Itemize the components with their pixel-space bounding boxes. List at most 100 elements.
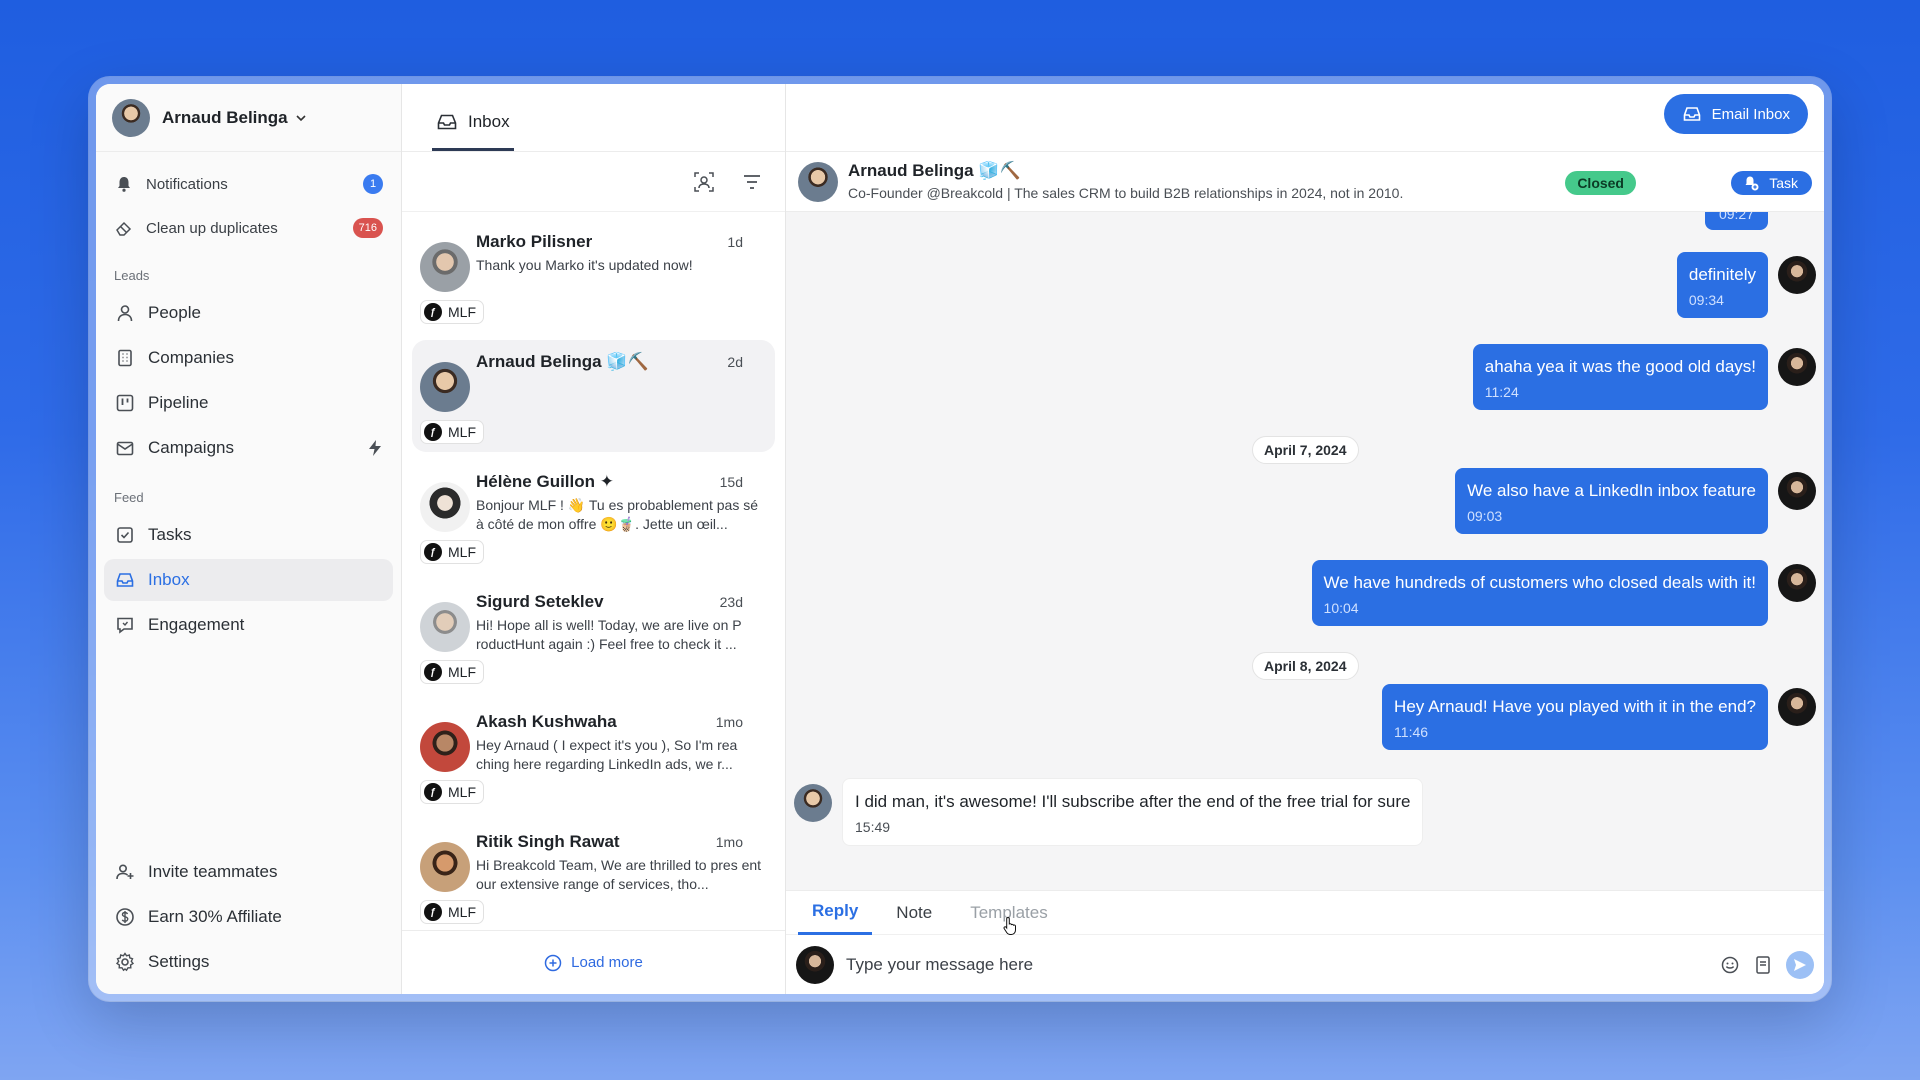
incoming-message: I did man, it's awesome! I'll subscribe … [842, 778, 1424, 846]
eraser-icon [114, 218, 134, 238]
load-more-label: Load more [571, 954, 643, 971]
tab-note[interactable]: Note [882, 891, 946, 935]
tag-chip[interactable]: ƒ MLF [420, 780, 484, 804]
dollar-icon [114, 906, 136, 928]
conversation-item[interactable]: Sigurd Seteklev 23d Hi! Hope all is well… [412, 580, 775, 692]
hand-cursor-icon [1003, 916, 1016, 935]
sidebar-item-pipeline[interactable]: Pipeline [104, 382, 393, 424]
conversation-item-selected[interactable]: Arnaud Belinga 🧊⛏️ 2d ƒ MLF [412, 340, 775, 452]
tag-chip[interactable]: ƒ MLF [420, 300, 484, 324]
message-text: ahaha yea it was the good old days! [1484, 357, 1756, 376]
tag-chip[interactable]: ƒ MLF [420, 660, 484, 684]
conversation-item[interactable]: Ritik Singh Rawat 1mo Hi Breakcold Team,… [412, 820, 775, 932]
sidebar-item-engagement[interactable]: Engagement [104, 604, 393, 646]
sender-avatar [1778, 688, 1816, 726]
emoji-icon[interactable] [1720, 955, 1740, 975]
sender-avatar [1778, 564, 1816, 602]
sidebar-item-inbox[interactable]: Inbox [104, 559, 393, 601]
conversation-list-panel: Inbox Marko Pilisner 1d Thank you Marko … [402, 84, 786, 994]
avatar [420, 722, 470, 772]
message-text: I did man, it's awesome! I'll subscribe … [855, 792, 1411, 811]
user-switcher[interactable]: Arnaud Belinga [96, 84, 401, 152]
mlf-logo-icon: ƒ [424, 783, 442, 801]
contact-avatar[interactable] [798, 162, 838, 202]
tag-chip[interactable]: ƒ MLF [420, 540, 484, 564]
sidebar-item-settings[interactable]: Settings [104, 941, 393, 983]
conversation-list: Marko Pilisner 1d Thank you Marko it's u… [402, 212, 785, 932]
sidebar-item-invite-teammates[interactable]: Invite teammates [104, 851, 393, 893]
bell-plus-icon [1745, 176, 1759, 191]
tag-label: MLF [448, 664, 476, 680]
conversation-snippet: Hi! Hope all is well! Today, we are live… [476, 617, 742, 652]
sidebar-item-label: Engagement [148, 615, 245, 634]
assignee-filter-icon[interactable] [693, 171, 715, 193]
conversation-name: Sigurd Seteklev [476, 592, 604, 611]
sidebar: Arnaud Belinga Notifications 1 Clean up … [96, 84, 402, 994]
plus-circle-icon [544, 954, 562, 971]
tag-chip[interactable]: ƒ MLF [420, 900, 484, 924]
sidebar-item-affiliate[interactable]: Earn 30% Affiliate [104, 896, 393, 938]
composer-avatar [796, 946, 834, 984]
composer-actions [1720, 951, 1814, 979]
contact-name[interactable]: Arnaud Belinga 🧊⛏️ [848, 161, 1021, 181]
tab-reply[interactable]: Reply [798, 891, 873, 935]
message-text: definitely [1688, 265, 1756, 284]
contact-bio: Co-Founder @Breakcold | The sales CRM to… [848, 185, 1404, 201]
message-text: We also have a LinkedIn inbox feature [1467, 481, 1756, 500]
email-inbox-label: Email Inbox [1711, 105, 1790, 123]
conversation-item[interactable]: Hélène Guillon ✦ 15d Bonjour MLF ! 👋 Tu … [412, 460, 775, 572]
conversation-snippet: Hi Breakcold Team, We are thrilled to pr… [476, 857, 762, 892]
mlf-logo-icon: ƒ [424, 303, 442, 321]
sidebar-item-tasks[interactable]: Tasks [104, 514, 393, 556]
user-name: Arnaud Belinga [162, 107, 288, 127]
sidebar-item-people[interactable]: People [104, 292, 393, 334]
outgoing-message: ahaha yea it was the good old days! 11:2… [1472, 344, 1768, 410]
message-time: 09:03 [1467, 508, 1503, 524]
sidebar-item-label: Invite teammates [148, 862, 278, 881]
app-window: Arnaud Belinga Notifications 1 Clean up … [88, 76, 1832, 1002]
avatar [420, 602, 470, 652]
message-text: We have hundreds of customers who closed… [1323, 573, 1756, 592]
conversation-name: Arnaud Belinga 🧊⛏️ [476, 352, 649, 371]
user-avatar [112, 98, 150, 137]
filter-icon[interactable] [741, 171, 763, 193]
sidebar-item-label: Earn 30% Affiliate [148, 907, 282, 926]
conversation-item[interactable]: Marko Pilisner 1d Thank you Marko it's u… [412, 220, 775, 332]
add-task-button[interactable]: Task [1731, 171, 1812, 195]
sidebar-item-clean-duplicates[interactable]: Clean up duplicates 716 [104, 206, 393, 250]
conversation-item[interactable]: Akash Kushwaha 1mo Hey Arnaud ( I expect… [412, 700, 775, 812]
sidebar-item-label: Companies [148, 348, 234, 367]
send-button[interactable] [1786, 951, 1814, 979]
sender-avatar [1778, 348, 1816, 386]
sidebar-item-label: People [148, 303, 201, 322]
sender-avatar [1778, 256, 1816, 294]
tab-inbox[interactable]: Inbox [432, 95, 514, 151]
template-icon[interactable] [1754, 955, 1772, 975]
tag-label: MLF [448, 784, 476, 800]
message-time: 09:27 [1718, 212, 1754, 222]
task-label: Task [1769, 175, 1798, 191]
message-input[interactable] [846, 955, 1720, 975]
avatar [420, 242, 470, 292]
tag-label: MLF [448, 544, 476, 560]
conversation-time: 1d [727, 234, 743, 250]
list-header: Inbox [402, 84, 785, 152]
kanban-icon [114, 392, 136, 414]
tag-chip[interactable]: ƒ MLF [420, 420, 484, 444]
sidebar-item-campaigns[interactable]: Campaigns [104, 427, 393, 469]
message-time: 10:04 [1323, 600, 1359, 616]
tag-label: MLF [448, 424, 476, 440]
status-badge[interactable]: Closed [1565, 171, 1636, 195]
outgoing-message: We also have a LinkedIn inbox feature 09… [1455, 468, 1768, 534]
sidebar-item-companies[interactable]: Companies [104, 337, 393, 379]
gear-icon [114, 951, 136, 973]
load-more-button[interactable]: Load more [402, 930, 785, 994]
message-time: 09:34 [1688, 292, 1724, 308]
lightning-icon [367, 439, 383, 457]
conversation-name: Akash Kushwaha [476, 712, 617, 731]
email-inbox-button[interactable]: Email Inbox [1663, 94, 1808, 134]
notification-count-badge: 1 [363, 174, 383, 194]
sidebar-item-notifications[interactable]: Notifications 1 [104, 162, 393, 206]
message-text: Hey Arnaud! Have you played with it in t… [1394, 697, 1756, 716]
date-separator: April 8, 2024 [1252, 652, 1359, 680]
